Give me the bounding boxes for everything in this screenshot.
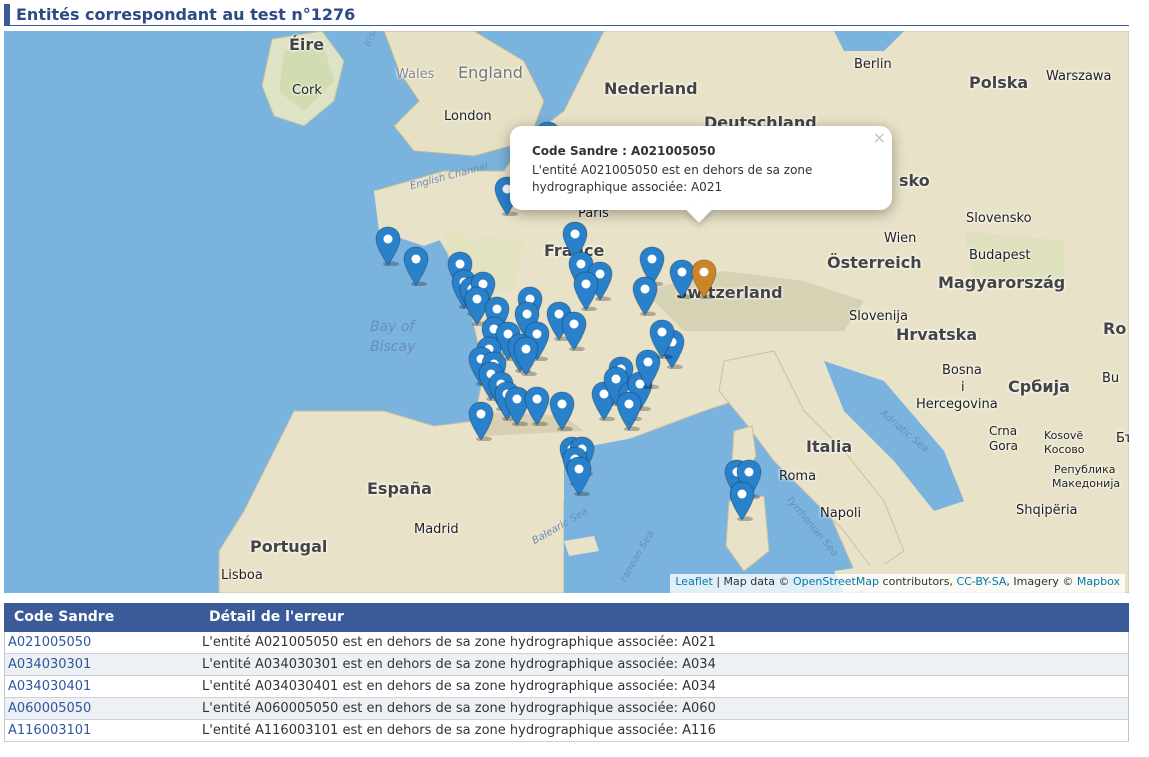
label-gora: Gora <box>989 439 1018 453</box>
label-osterreich: Österreich <box>827 253 922 272</box>
label-bay-of-biscay-1: Bay of <box>370 319 415 335</box>
table-row: A021005050 L'entité A021005050 est en de… <box>4 632 1129 654</box>
table-row: A034030301 L'entité A034030301 est en de… <box>4 654 1129 676</box>
label-espana: España <box>367 479 432 498</box>
map-marker-pin-icon[interactable] <box>616 391 642 432</box>
label-cork: Cork <box>292 83 322 98</box>
row-detail: L'entité A060005050 est en dehors de sa … <box>202 701 716 716</box>
attribution-leaflet-link[interactable]: Leaflet <box>675 575 712 588</box>
label-hercegovina: Hercegovina <box>916 397 998 412</box>
map-marker-pin-icon[interactable] <box>573 271 599 312</box>
popup-close-button[interactable]: × <box>873 128 886 147</box>
map-marker-pin-icon[interactable] <box>524 386 550 427</box>
label-ro: Ro <box>1103 319 1127 338</box>
label-kosovo-cyr: Косово <box>1044 443 1085 456</box>
table-body: A021005050 L'entité A021005050 est en de… <box>4 632 1129 742</box>
label-wien: Wien <box>884 231 917 246</box>
table-row: A116003101 L'entité A116003101 est en de… <box>4 720 1129 742</box>
table-header: Code Sandre Détail de l'erreur <box>4 603 1129 632</box>
map-marker-pin-icon[interactable] <box>566 456 592 497</box>
label-bay-of-biscay-2: Biscay <box>370 339 416 355</box>
label-macedonia-1: Република <box>1054 463 1116 476</box>
attribution-ccbysa-link[interactable]: CC-BY-SA <box>956 575 1006 588</box>
label-ireland: Éire <box>289 35 325 54</box>
attribution-imagery: , Imagery © <box>1006 575 1077 588</box>
label-slovensko: Slovensko <box>966 211 1032 226</box>
attribution-map-data: | Map data © <box>712 575 794 588</box>
label-slovenija: Slovenija <box>849 309 908 324</box>
map-marker-pin-icon[interactable] <box>561 311 587 352</box>
label-portugal: Portugal <box>250 537 328 556</box>
label-kosovo: Kosovë <box>1044 429 1084 442</box>
marker-popup[interactable]: × Code Sandre : A021005050 L'entité A021… <box>510 126 892 223</box>
map-view[interactable]: Éire Wales England Cork London Nederland… <box>4 31 1129 593</box>
map-marker-pin-icon[interactable] <box>729 481 755 522</box>
label-italia: Italia <box>806 437 853 456</box>
label-london: London <box>444 109 492 124</box>
row-detail: L'entité A021005050 est en dehors de sa … <box>202 635 716 650</box>
page-title-bar: Entités correspondant au test n°1276 <box>4 4 1129 26</box>
label-berlin: Berlin <box>854 57 892 72</box>
table-row: A060005050 L'entité A060005050 est en de… <box>4 698 1129 720</box>
row-detail: L'entité A116003101 est en dehors de sa … <box>202 723 716 738</box>
row-detail: L'entité A034030301 est en dehors de sa … <box>202 657 716 672</box>
popup-body: L'entité A021005050 est en dehors de sa … <box>532 163 813 194</box>
page-title: Entités correspondant au test n°1276 <box>16 5 356 24</box>
label-wales: Wales <box>396 67 435 82</box>
attribution-mapbox-link[interactable]: Mapbox <box>1077 575 1120 588</box>
attribution-osm-link[interactable]: OpenStreetMap <box>793 575 879 588</box>
row-code-link[interactable]: A021005050 <box>8 635 91 650</box>
label-bu: Bu <box>1102 371 1120 386</box>
label-madrid: Madrid <box>414 522 459 537</box>
label-polska: Polska <box>969 73 1029 92</box>
label-crna: Crna <box>989 424 1018 438</box>
row-code-link[interactable]: A116003101 <box>8 723 91 738</box>
table-row: A034030401 L'entité A034030401 est en de… <box>4 676 1129 698</box>
error-table: Code Sandre Détail de l'erreur A02100505… <box>4 603 1129 742</box>
attribution-contributors: contributors, <box>879 575 957 588</box>
row-code-link[interactable]: A034030301 <box>8 657 91 672</box>
label-england: England <box>458 63 523 82</box>
header-code-sandre[interactable]: Code Sandre <box>14 609 114 625</box>
label-roma: Roma <box>779 469 817 484</box>
map-marker-pin-icon[interactable] <box>468 401 494 442</box>
label-warszawa: Warszawa <box>1046 69 1112 84</box>
label-bosna: Bosna <box>942 363 982 378</box>
map-marker-pin-icon[interactable] <box>375 226 401 267</box>
label-budapest: Budapest <box>969 248 1031 263</box>
map-marker-pin-icon[interactable] <box>632 276 658 317</box>
label-hrvatska: Hrvatska <box>896 325 978 344</box>
map-marker-pin-icon[interactable] <box>549 391 575 432</box>
label-macedonia-2: Македонија <box>1052 477 1121 490</box>
header-detail-erreur[interactable]: Détail de l'erreur <box>209 609 344 625</box>
label-nederland: Nederland <box>604 79 698 98</box>
label-lisboa: Lisboa <box>221 568 263 583</box>
row-detail: L'entité A034030401 est en dehors de sa … <box>202 679 716 694</box>
popup-title: Code Sandre : A021005050 <box>532 144 716 158</box>
label-bulgaria: Бъ <box>1116 431 1129 446</box>
map-attribution: Leaflet | Map data © OpenStreetMap contr… <box>670 574 1125 593</box>
row-code-link[interactable]: A034030401 <box>8 679 91 694</box>
map-marker-pin-icon[interactable] <box>649 319 675 360</box>
label-bosna-i: i <box>961 380 965 395</box>
map-marker-pin-icon[interactable] <box>513 336 539 377</box>
label-napoli: Napoli <box>820 506 862 521</box>
map-marker-pin-icon[interactable] <box>403 246 429 287</box>
label-magyarorszag: Magyarország <box>938 273 1066 292</box>
label-sko: sko <box>899 171 930 190</box>
map-marker-selected-pin-icon[interactable] <box>691 259 717 300</box>
label-shqiperia: Shqipëria <box>1016 503 1078 518</box>
row-code-link[interactable]: A060005050 <box>8 701 91 716</box>
label-srbija: Србија <box>1008 377 1070 396</box>
